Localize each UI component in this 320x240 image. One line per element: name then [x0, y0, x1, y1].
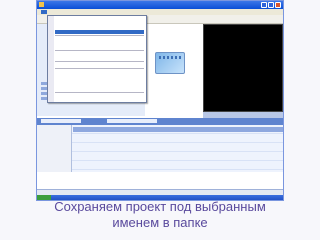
menu-separator [55, 61, 144, 62]
menu-item-exit[interactable] [55, 95, 144, 99]
menu-item-save-as[interactable] [55, 30, 144, 34]
screenshot-window [36, 0, 284, 201]
storyboard-toggle[interactable] [41, 119, 81, 123]
storyboard-label [107, 119, 157, 123]
timeline-track-labels [37, 125, 72, 172]
menu-separator [55, 35, 144, 36]
recent-file-item[interactable] [55, 86, 144, 90]
film-clip-icon[interactable] [155, 52, 185, 74]
movie-maker-icon [39, 2, 44, 7]
minimize-icon[interactable] [261, 2, 267, 8]
maximize-icon[interactable] [268, 2, 274, 8]
close-icon[interactable] [275, 2, 281, 8]
title-bar [37, 1, 283, 9]
file-menu-dropdown [47, 15, 147, 103]
menu-item[interactable] [55, 45, 144, 49]
preview-monitor [203, 24, 283, 112]
menu-separator [55, 50, 144, 51]
storyboard-header [37, 118, 283, 125]
slide-caption: Сохраняем проект под выбранным именем в … [0, 199, 320, 231]
caption-line-1: Сохраняем проект под выбранным [54, 199, 266, 214]
menu-item[interactable] [55, 56, 144, 60]
menu-item[interactable] [55, 63, 144, 67]
caption-line-2: именем в папке [112, 215, 208, 230]
timeline [37, 125, 283, 172]
menu-separator [55, 68, 144, 69]
menu-separator [55, 92, 144, 93]
video-track-clip[interactable] [73, 127, 283, 132]
collection-pane [145, 24, 203, 116]
menu-icon-gutter [48, 16, 54, 102]
menu-file[interactable] [41, 10, 47, 14]
